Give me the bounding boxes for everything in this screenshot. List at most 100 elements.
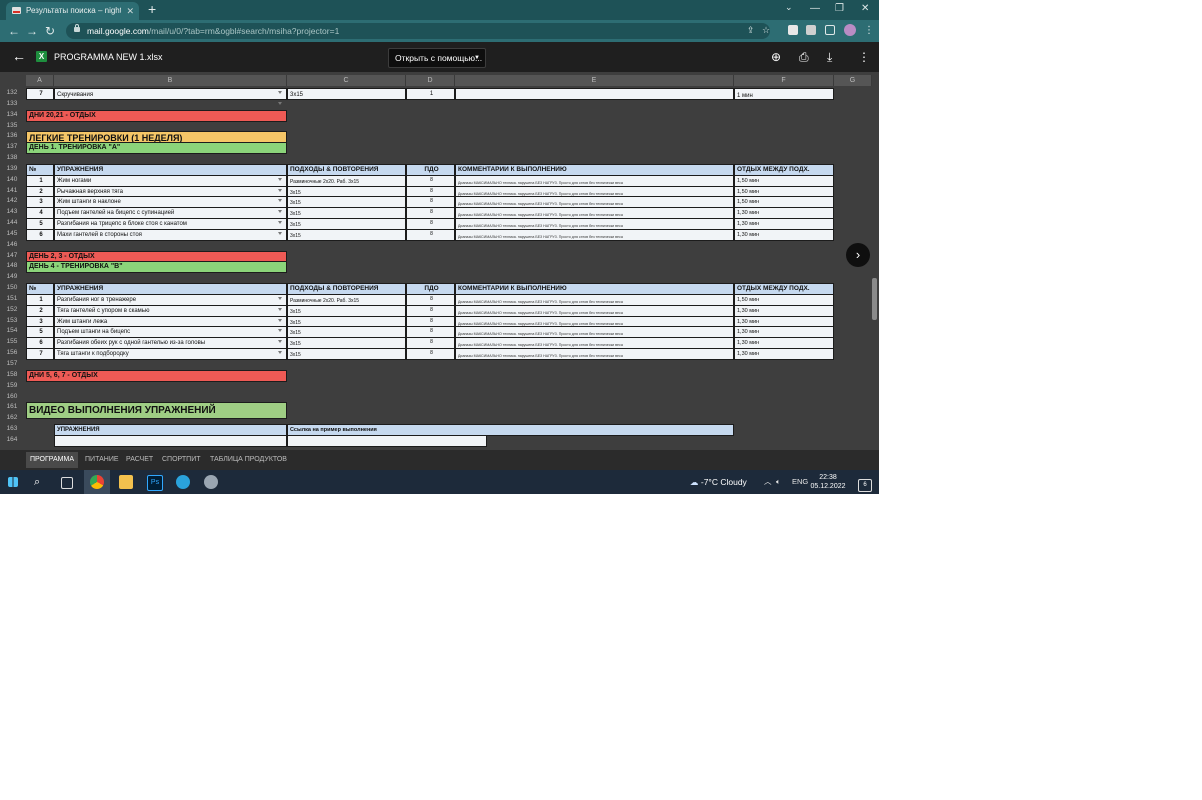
row-number[interactable]: 164 xyxy=(0,435,24,446)
exercise-name[interactable]: Скручивания xyxy=(54,88,287,100)
row-number[interactable]: 138 xyxy=(0,153,24,164)
sheet-tab[interactable]: РАСЧЕТ xyxy=(122,452,157,468)
reload-icon[interactable]: ↻ xyxy=(45,23,55,39)
column-header-b[interactable]: B xyxy=(54,75,287,86)
exercise-number[interactable]: 7 xyxy=(26,88,54,100)
sheet-tab[interactable]: ПИТАНИЕ xyxy=(81,452,123,468)
row-number[interactable]: 136 xyxy=(0,131,24,142)
sets-reps[interactable]: 3х15 xyxy=(287,348,406,360)
day-1-title[interactable]: ДЕНЬ 1. ТРЕНИРОВКА "А" xyxy=(26,142,287,155)
sheet-tab[interactable]: ПРОГРАММА xyxy=(26,452,78,468)
dropdown-arrow-icon[interactable] xyxy=(278,340,282,344)
column-header-a[interactable]: A xyxy=(26,75,54,86)
row-number[interactable]: 140 xyxy=(0,175,24,186)
row-number[interactable]: 145 xyxy=(0,229,24,240)
dropdown-arrow-icon[interactable] xyxy=(278,188,282,192)
exercise-number[interactable]: 7 xyxy=(26,348,54,360)
windows-start-icon[interactable] xyxy=(8,477,18,487)
row-number[interactable]: 157 xyxy=(0,359,24,370)
dropdown-arrow-icon[interactable] xyxy=(278,91,282,94)
side-panel-icon[interactable] xyxy=(825,25,835,35)
forward-arrow-icon[interactable]: → xyxy=(26,23,38,39)
row-number[interactable]: 158 xyxy=(0,370,24,381)
address-bar[interactable]: mail.google.com/mail/u/0/?tab=rm&ogbl#se… xyxy=(66,23,770,39)
close-preview-arrow-icon[interactable]: ← xyxy=(12,48,26,64)
row-number[interactable]: 134 xyxy=(0,110,24,121)
rest-time[interactable]: 1 мин xyxy=(734,88,834,100)
row-number[interactable]: 151 xyxy=(0,294,24,305)
row-number[interactable]: 161 xyxy=(0,402,24,413)
profile-avatar[interactable] xyxy=(844,24,856,36)
row-number[interactable]: 152 xyxy=(0,305,24,316)
dropdown-arrow-icon[interactable] xyxy=(278,199,282,203)
notifications-icon[interactable]: 6 xyxy=(858,479,872,492)
row-number[interactable]: 162 xyxy=(0,413,24,424)
share-icon[interactable]: ⇪ xyxy=(747,25,755,36)
exercise-name[interactable]: Махи гантелей в стороны стоя xyxy=(54,228,287,241)
row-number[interactable]: 135 xyxy=(0,121,24,132)
comment-cell[interactable]: Диапазы МАКСИМАЛЬНО техника. нарушена БЕ… xyxy=(455,348,734,360)
video-link-cell[interactable] xyxy=(287,434,487,447)
task-view-icon[interactable] xyxy=(61,477,73,489)
rest-time[interactable]: 1,30 мин xyxy=(734,348,834,360)
row-number[interactable]: 150 xyxy=(0,283,24,294)
row-number[interactable]: 155 xyxy=(0,337,24,348)
close-window-icon[interactable]: ✕ xyxy=(861,2,869,16)
row-number[interactable]: 146 xyxy=(0,240,24,251)
clock[interactable]: 22:38 05.12.2022 xyxy=(808,473,848,491)
column-header-d[interactable]: D xyxy=(406,75,455,86)
more-options-icon[interactable]: ⋮ xyxy=(858,50,870,64)
row-number[interactable]: 147 xyxy=(0,251,24,262)
puzzle-icon[interactable] xyxy=(806,25,816,35)
dropdown-arrow-icon[interactable] xyxy=(278,210,282,214)
dropdown-arrow-icon[interactable] xyxy=(278,221,282,225)
tray-chevron-icon[interactable]: ︿ xyxy=(764,476,772,488)
row-number[interactable]: 132 xyxy=(0,88,24,99)
day-4-title[interactable]: ДЕНЬ 4 - ТРЕНИРОВКА "В" xyxy=(26,261,287,274)
browser-tab[interactable]: Результаты поиска – nightcrawle ✕ xyxy=(6,2,139,20)
row-number[interactable]: 160 xyxy=(0,392,24,403)
rest-time[interactable]: 1,30 мин xyxy=(734,228,834,241)
column-header-f[interactable]: F xyxy=(734,75,834,86)
dropdown-arrow-icon[interactable] xyxy=(278,231,282,235)
rest-days-banner[interactable]: ДНИ 20,21 - ОТДЫХ xyxy=(26,109,287,122)
sheet-tab[interactable]: ТАБЛИЦА ПРОДУКТОВ xyxy=(206,452,291,468)
back-arrow-icon[interactable]: ← xyxy=(8,23,20,39)
row-number[interactable]: 143 xyxy=(0,207,24,218)
next-file-chevron-icon[interactable]: › xyxy=(846,243,870,267)
bookmark-star-icon[interactable]: ☆ xyxy=(762,25,770,36)
row-number[interactable]: 154 xyxy=(0,326,24,337)
dropdown-arrow-icon[interactable] xyxy=(278,296,282,300)
close-tab-icon[interactable]: ✕ xyxy=(126,2,134,20)
chrome-icon[interactable] xyxy=(90,475,104,489)
row-number[interactable]: 148 xyxy=(0,261,24,272)
dropdown-arrow-icon[interactable] xyxy=(278,351,282,355)
pdo-value[interactable]: 1 xyxy=(406,88,455,100)
app-icon[interactable] xyxy=(204,475,218,489)
vertical-scrollbar[interactable] xyxy=(872,278,877,320)
dropdown-arrow-icon[interactable] xyxy=(278,329,282,333)
exercise-name[interactable]: Тяга штанги к подбородку xyxy=(54,348,287,360)
tab-search-icon[interactable]: ⌄ xyxy=(785,2,793,13)
weather-widget[interactable]: ☁ -7°C Cloudy xyxy=(690,476,747,488)
row-number[interactable]: 137 xyxy=(0,142,24,153)
row-number[interactable]: 144 xyxy=(0,218,24,229)
rest-days-banner[interactable]: ДНИ 5, 6, 7 - ОТДЫХ xyxy=(26,369,287,382)
minimize-icon[interactable]: — xyxy=(810,2,820,16)
maximize-icon[interactable]: ❐ xyxy=(835,2,844,16)
video-exercise-cell[interactable] xyxy=(54,434,287,447)
row-number[interactable]: 156 xyxy=(0,348,24,359)
comment-cell[interactable]: Диапазы МАКСИМАЛЬНО техника. нарушена БЕ… xyxy=(455,228,734,241)
row-number[interactable]: 149 xyxy=(0,272,24,283)
pdo-value[interactable]: 8 xyxy=(406,228,455,241)
download-icon[interactable]: ⤓ xyxy=(827,50,832,64)
sets-reps[interactable]: 3x15 xyxy=(287,88,406,100)
row-number[interactable]: 159 xyxy=(0,381,24,392)
dropdown-arrow-icon[interactable] xyxy=(278,101,282,105)
dropdown-arrow-icon[interactable] xyxy=(278,318,282,322)
volume-icon[interactable]: 🔈︎ xyxy=(776,476,781,488)
sets-reps[interactable]: 3х15 xyxy=(287,228,406,241)
row-number[interactable]: 163 xyxy=(0,424,24,435)
pdo-value[interactable]: 8 xyxy=(406,348,455,360)
open-with-button[interactable]: Открыть с помощью... ▼ xyxy=(388,48,486,68)
